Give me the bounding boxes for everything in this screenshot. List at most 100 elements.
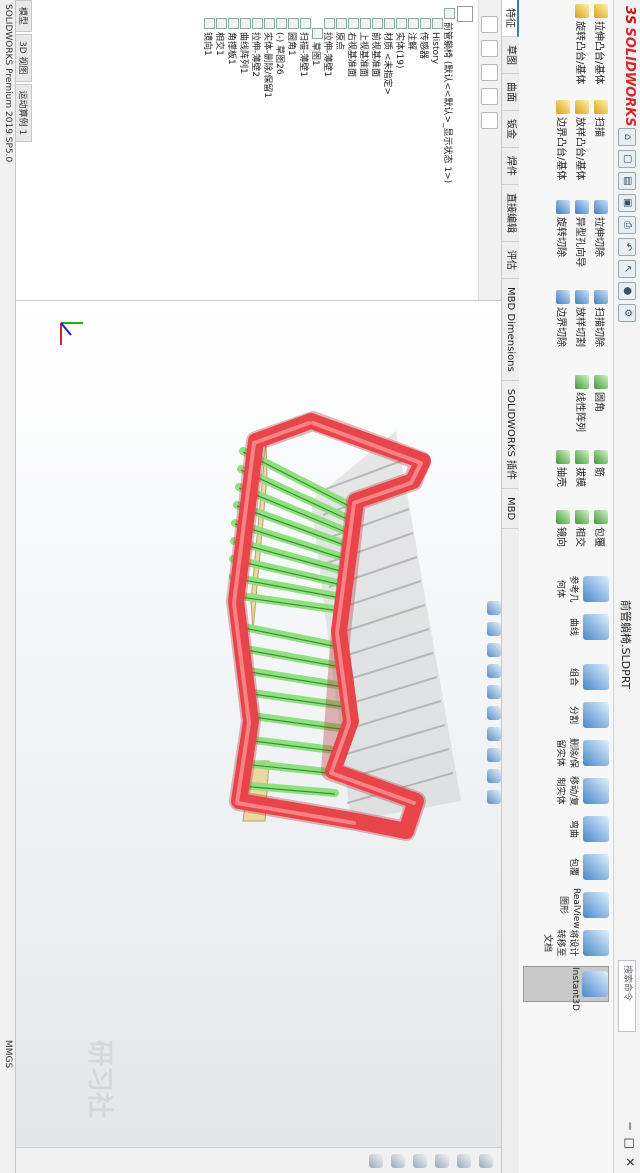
linear-pattern-button[interactable]: 线性阵列 [574,375,590,432]
save-icon[interactable]: ▣ [618,194,636,212]
options-gear-icon[interactable]: ⚙ [618,304,636,322]
hole-wizard-button[interactable]: 异型孔向导 [574,200,590,267]
flex-button[interactable]: 弯曲 [568,812,609,846]
tab-features[interactable]: 特征 [502,0,519,37]
print-icon[interactable]: ⎙ [618,216,636,234]
tree-item-thin-extrude-2[interactable]: 拉伸-薄壁2 [250,8,263,183]
revolve-cut-button[interactable]: 旋转切除 [555,200,571,267]
instant3d-button[interactable]: Instant3D [523,966,609,1011]
tree-item-intersect-1[interactable]: 相交1 [214,8,227,183]
tree-item-front-plane[interactable]: 前视基准面 [370,8,383,183]
tree-item-sketch-26[interactable]: (-) 草图26 [274,8,287,183]
wrap-button[interactable]: 包覆 [593,510,609,547]
wrap-big-button[interactable]: 包覆 [568,850,609,884]
tree-item-right-plane[interactable]: 右视基准面 [346,8,359,183]
reference-geometry-button[interactable]: 参考几何体 [555,572,609,606]
rib-button[interactable]: 筋 [593,450,609,487]
tree-item-origin[interactable]: 原点 [334,8,347,183]
cut-features-group: 拉伸切除 异型孔向导 旋转切除 [555,200,609,267]
tab-weldments[interactable]: 焊件 [502,148,519,185]
tree-item-material[interactable]: 材质 <未指定> [382,8,395,183]
tree-item-sketch-1[interactable]: 草图1 [310,8,323,183]
close-icon[interactable]: ✕ [623,1157,637,1167]
graphics-viewport[interactable] [16,301,501,1147]
tree-item-annotations[interactable]: 注解 [406,8,419,183]
feature-tree-icon[interactable] [481,16,498,33]
chair-model[interactable] [16,301,501,1147]
transfer-design-button[interactable]: 将设计转移至文档 [542,926,609,960]
open-folder-icon[interactable]: ▤ [618,172,636,190]
move-copy-body-button[interactable]: 移动/复制实体 [555,774,609,808]
tree-item-solid-bodies[interactable]: 实体(19) [394,8,407,183]
mirror-button[interactable]: 镜向 [555,510,571,547]
minimize-icon[interactable]: ─ [623,1122,637,1129]
fillet-button[interactable]: 圆角 [593,375,609,432]
tree-item-curve-pattern-1[interactable]: 曲线阵列1 [238,8,251,183]
loft-cut-icon [575,290,589,304]
custom-properties-icon[interactable] [369,1154,383,1168]
tree-item-sensors[interactable]: 传感器 [418,8,431,183]
tab-surfaces[interactable]: 曲面 [502,74,519,111]
tree-item-top-plane[interactable]: 上视基准面 [358,8,371,183]
combine-button[interactable]: 组合 [568,660,609,694]
chair-slat-edge [240,648,342,668]
realview-button[interactable]: RealView 图形 [558,888,609,929]
tree-item-fillet-1[interactable]: 圆角1 [286,8,299,183]
shell-button[interactable]: 抽壳 [555,450,571,487]
tree-item-gusset-1[interactable]: 角撑板1 [226,8,239,183]
dimxpert-icon[interactable] [481,88,498,105]
curves-button[interactable]: 曲线 [568,610,609,644]
search-commands-input[interactable]: 搜索命令 [618,960,636,1032]
tree-item-history[interactable]: History [430,8,443,183]
new-document-icon[interactable]: ▢ [618,150,636,168]
sweep-cut-button[interactable]: 扫描切除 [593,290,609,347]
extrude-boss-button[interactable]: 拉伸凸台/基体 [593,4,609,84]
plane-icon [372,18,383,29]
design-library-icon[interactable] [457,1154,471,1168]
extrude-cut-button[interactable]: 拉伸切除 [593,200,609,267]
tab-mbd[interactable]: MBD [502,488,519,530]
tree-item-thin-sweep-1[interactable]: 扫描-薄壁1 [298,8,311,183]
view-palette-icon[interactable] [413,1154,427,1168]
tab-solidworks-addins[interactable]: SOLIDWORKS 插件 [502,380,519,489]
undo-icon[interactable]: ↶ [618,238,636,256]
home-icon[interactable]: ⌂ [618,128,636,146]
tab-motion-study[interactable]: 运动算例 1 [16,83,32,143]
property-manager-icon[interactable] [481,40,498,57]
rebuild-icon[interactable]: ● [618,282,636,300]
revolve-boss-button[interactable]: 旋转凸台/基体 [574,4,590,84]
linear-pattern-icon [575,375,589,389]
tab-sketch[interactable]: 草图 [502,37,519,74]
maximize-icon[interactable]: □ [623,1138,637,1149]
status-units[interactable]: MMGS [3,1040,13,1068]
loft-cut-button[interactable]: 放样切割 [574,290,590,347]
tree-item-delete-keep-1[interactable]: 实体-删除/保留1 [262,8,275,183]
draft-button[interactable]: 拔模 [574,450,590,487]
tree-item-mirror-1[interactable]: 镜向1 [202,8,215,183]
filter-icon[interactable] [457,6,473,22]
realview-icon [583,892,609,918]
intersect-button[interactable]: 相交 [574,510,590,547]
file-explorer-icon[interactable] [435,1154,449,1168]
boundary-cut-button[interactable]: 边界切除 [555,290,571,347]
solidworks-resources-icon[interactable] [479,1154,493,1168]
loft-boss-button[interactable]: 放样凸台/基体 [574,100,590,180]
split-button[interactable]: 分割 [568,698,609,732]
tab-model[interactable]: 模型 [16,0,32,33]
tree-item-thin-extrude-1[interactable]: 拉伸-薄壁1 [322,8,335,183]
tree-item-part[interactable]: 前管躺椅 (默认<<默认>_显示状态 1>) [442,8,455,183]
tab-3d-views[interactable]: 3D 视图 [16,34,32,82]
tab-evaluate[interactable]: 评估 [502,242,519,279]
boundary-cut-icon [556,290,570,304]
delete-keep-body-button[interactable]: 删除/保留实体 [555,736,609,770]
tab-mbd-dimensions[interactable]: MBD Dimensions [502,279,519,381]
select-pointer-icon[interactable]: ↖ [618,260,636,278]
appearances-icon[interactable] [391,1154,405,1168]
tab-sheet-metal[interactable]: 钣金 [502,111,519,148]
tab-direct-editing[interactable]: 直接编辑 [502,185,519,242]
sweep-button[interactable]: 扫描 [593,100,609,180]
display-manager-icon[interactable] [481,112,498,129]
solidworks-window: 3SSOLIDWORKS ⌂ ▢ ▤ ▣ ⎙ ↶ ↖ ● ⚙ 前管躺椅.SLDP… [0,0,640,1173]
boundary-boss-button[interactable]: 边界凸台/基体 [555,100,571,180]
configuration-manager-icon[interactable] [481,64,498,81]
